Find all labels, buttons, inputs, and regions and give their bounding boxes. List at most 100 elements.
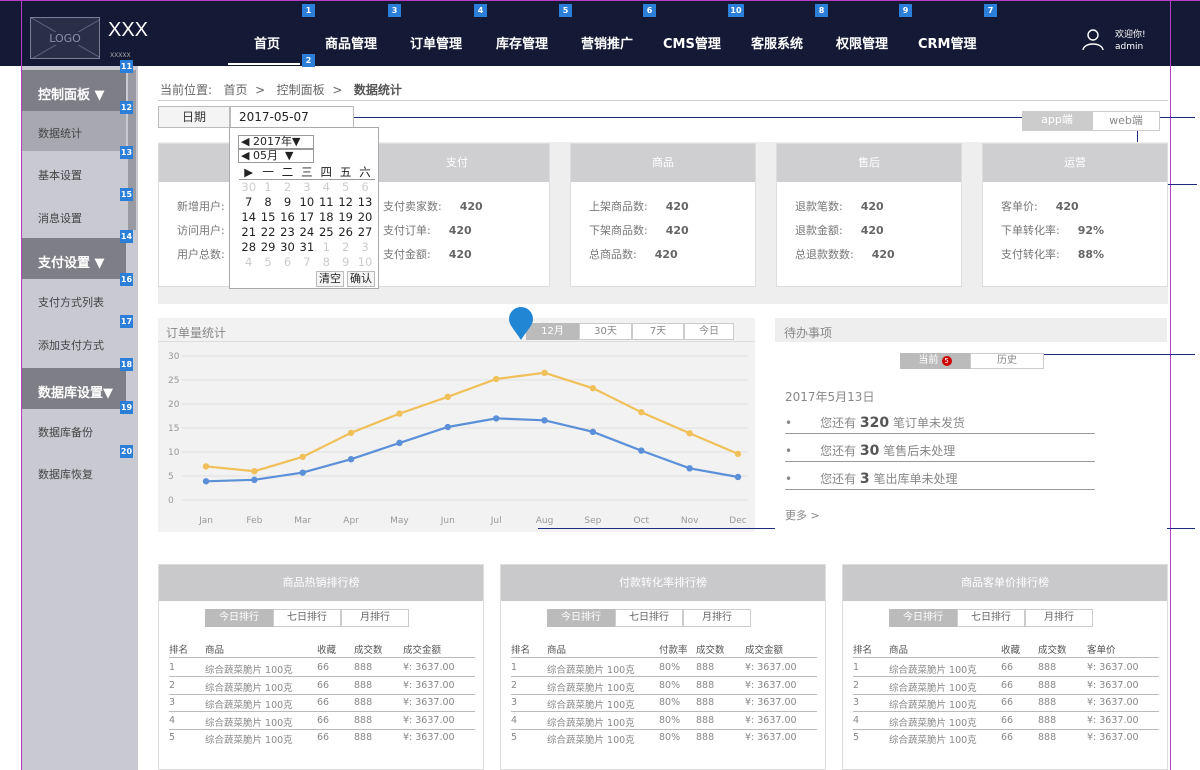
- sidebar-group-database[interactable]: 数据库设置▼: [22, 368, 126, 409]
- sidebar-group-payment[interactable]: 支付设置 ▼: [22, 238, 126, 279]
- breadcrumb-home[interactable]: 首页: [224, 83, 248, 97]
- table-row[interactable]: 5 综合蔬菜脆片 100克 66 888 ¥: 3637.00: [853, 730, 1159, 747]
- range-tab-today[interactable]: 今日: [684, 323, 734, 340]
- table-row[interactable]: 4 综合蔬菜脆片 100克 80% 888 ¥: 3637.00: [511, 713, 817, 730]
- calendar-day[interactable]: 14: [239, 210, 258, 225]
- calendar-day[interactable]: 30: [239, 180, 258, 195]
- sidebar-item-add-payment[interactable]: 添加支付方式: [22, 323, 126, 363]
- table-row[interactable]: 3 综合蔬菜脆片 100克 66 888 ¥: 3637.00: [169, 695, 475, 712]
- todo-tab-history[interactable]: 历史: [970, 353, 1044, 369]
- sidebar-group-control-panel[interactable]: 控制面板 ▼: [22, 70, 126, 111]
- calendar-day[interactable]: 6: [278, 255, 297, 270]
- calendar-day[interactable]: 1: [258, 180, 277, 195]
- table-row[interactable]: 5 综合蔬菜脆片 100克 80% 888 ¥: 3637.00: [511, 730, 817, 747]
- calendar-day[interactable]: 9: [336, 255, 355, 270]
- todo-more-link[interactable]: 更多 >: [785, 507, 820, 523]
- calendar-day[interactable]: 30: [278, 240, 297, 255]
- calendar-day[interactable]: 2: [278, 180, 297, 195]
- nav-item-cms[interactable]: CMS管理: [663, 33, 721, 52]
- nav-item-orders[interactable]: 订单管理: [410, 33, 462, 52]
- calendar-day[interactable]: 17: [297, 210, 316, 225]
- calendar-day[interactable]: 8: [258, 195, 277, 210]
- prev-month-icon[interactable]: ◀: [241, 149, 249, 162]
- username[interactable]: admin: [1115, 42, 1143, 52]
- ranking-tab[interactable]: 今日排行: [205, 609, 273, 627]
- table-row[interactable]: 2 综合蔬菜脆片 100克 66 888 ¥: 3637.00: [853, 678, 1159, 695]
- calendar-day[interactable]: 16: [278, 210, 297, 225]
- user-icon[interactable]: [1081, 27, 1105, 51]
- calendar-day[interactable]: 21: [239, 225, 258, 240]
- nav-item-marketing[interactable]: 营销推广: [581, 33, 633, 52]
- toggle-app[interactable]: app端: [1022, 111, 1092, 131]
- calendar-day[interactable]: 22: [258, 225, 277, 240]
- ranking-tab[interactable]: 今日排行: [889, 609, 957, 627]
- ranking-tab[interactable]: 月排行: [683, 609, 751, 627]
- calendar-clear-button[interactable]: 清空: [316, 271, 344, 287]
- ranking-tab[interactable]: 七日排行: [273, 609, 341, 627]
- calendar-day[interactable]: 1: [317, 240, 336, 255]
- calendar-day[interactable]: 25: [317, 225, 336, 240]
- calendar-day[interactable]: 5: [258, 255, 277, 270]
- table-row[interactable]: 3 综合蔬菜脆片 100克 66 888 ¥: 3637.00: [853, 695, 1159, 712]
- ranking-tab[interactable]: 月排行: [341, 609, 409, 627]
- breadcrumb-control-panel[interactable]: 控制面板: [277, 83, 325, 97]
- todo-item[interactable]: • 您还有 320 笔订单未发货: [785, 414, 1095, 434]
- calendar-day[interactable]: 29: [258, 240, 277, 255]
- table-row[interactable]: 4 综合蔬菜脆片 100克 66 888 ¥: 3637.00: [853, 713, 1159, 730]
- calendar-day[interactable]: 24: [297, 225, 316, 240]
- prev-year-icon[interactable]: ◀: [241, 135, 249, 148]
- calendar-day[interactable]: 4: [317, 180, 336, 195]
- sidebar-item-message-settings[interactable]: 消息设置: [22, 196, 126, 236]
- todo-item[interactable]: • 您还有 3 笔出库单未处理: [785, 470, 1095, 490]
- calendar-day[interactable]: 28: [239, 240, 258, 255]
- calendar-day[interactable]: 10: [355, 255, 374, 270]
- calendar-day[interactable]: 3: [355, 240, 374, 255]
- todo-item[interactable]: • 您还有 30 笔售后未处理: [785, 442, 1095, 462]
- calendar-day[interactable]: 15: [258, 210, 277, 225]
- table-row[interactable]: 1 综合蔬菜脆片 100克 80% 888 ¥: 3637.00: [511, 660, 817, 677]
- calendar-day[interactable]: 3: [297, 180, 316, 195]
- calendar-day[interactable]: 18: [317, 210, 336, 225]
- range-tab-7d[interactable]: 7天: [632, 323, 684, 340]
- calendar-day[interactable]: 19: [336, 210, 355, 225]
- nav-item-home[interactable]: 首页: [254, 33, 280, 52]
- calendar-day[interactable]: 20: [355, 210, 374, 225]
- calendar-day[interactable]: 11: [317, 195, 336, 210]
- table-row[interactable]: 3 综合蔬菜脆片 100克 80% 888 ¥: 3637.00: [511, 695, 817, 712]
- ranking-tab[interactable]: 今日排行: [547, 609, 615, 627]
- calendar-confirm-button[interactable]: 确认: [347, 271, 375, 287]
- calendar-day[interactable]: 2: [336, 240, 355, 255]
- calendar-day[interactable]: 10: [297, 195, 316, 210]
- calendar-day[interactable]: 6: [355, 180, 374, 195]
- calendar-day[interactable]: 8: [317, 255, 336, 270]
- calendar-day[interactable]: 23: [278, 225, 297, 240]
- sidebar-item-db-restore[interactable]: 数据库恢复: [22, 452, 126, 492]
- ranking-tab[interactable]: 月排行: [1025, 609, 1093, 627]
- table-row[interactable]: 2 综合蔬菜脆片 100克 80% 888 ¥: 3637.00: [511, 678, 817, 695]
- toggle-web[interactable]: web端: [1092, 111, 1160, 131]
- table-row[interactable]: 1 综合蔬菜脆片 100克 66 888 ¥: 3637.00: [169, 660, 475, 677]
- sidebar-item-basic-settings[interactable]: 基本设置: [22, 153, 126, 193]
- calendar-day[interactable]: 5: [336, 180, 355, 195]
- ranking-tab[interactable]: 七日排行: [957, 609, 1025, 627]
- table-row[interactable]: 4 综合蔬菜脆片 100克 66 888 ¥: 3637.00: [169, 713, 475, 730]
- sidebar-item-data-stats[interactable]: 数据统计: [22, 111, 126, 151]
- next-month-icon[interactable]: ▶: [239, 165, 258, 179]
- year-select[interactable]: ◀ 2017年▼: [238, 135, 314, 149]
- sidebar-item-db-backup[interactable]: 数据库备份: [22, 410, 126, 450]
- date-input[interactable]: 2017-05-07: [230, 106, 354, 128]
- ranking-tab[interactable]: 七日排行: [615, 609, 683, 627]
- calendar-day[interactable]: 7: [239, 195, 258, 210]
- calendar-day[interactable]: 7: [297, 255, 316, 270]
- nav-item-customer-service[interactable]: 客服系统: [751, 33, 803, 52]
- sidebar-item-payment-methods[interactable]: 支付方式列表: [22, 280, 126, 320]
- range-tab-30d[interactable]: 30天: [579, 323, 632, 340]
- nav-item-products[interactable]: 商品管理: [325, 33, 377, 52]
- month-select[interactable]: ◀ 05月 ▼: [238, 149, 314, 163]
- calendar-day[interactable]: 27: [355, 225, 374, 240]
- calendar-day[interactable]: 13: [355, 195, 374, 210]
- todo-tab-current[interactable]: 当前 5: [900, 353, 970, 369]
- table-row[interactable]: 2 综合蔬菜脆片 100克 66 888 ¥: 3637.00: [169, 678, 475, 695]
- nav-item-crm[interactable]: CRM管理: [918, 33, 977, 52]
- calendar-day[interactable]: 31: [297, 240, 316, 255]
